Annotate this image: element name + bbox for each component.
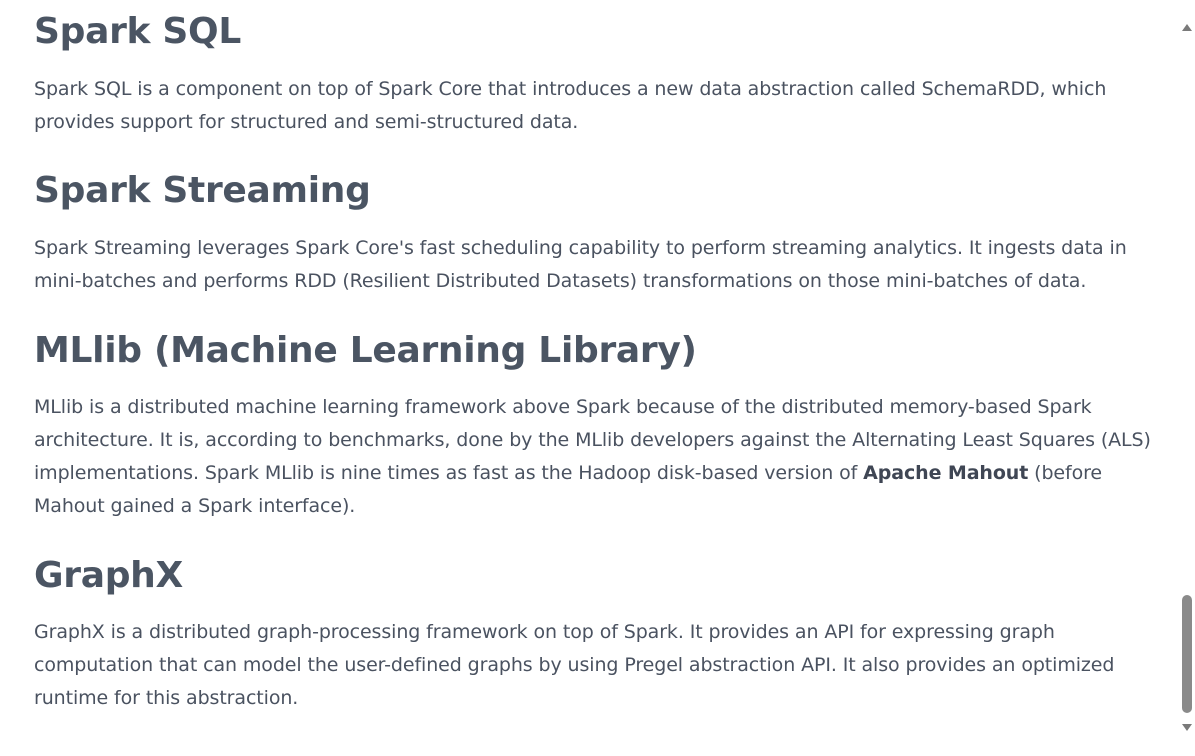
section-heading-graphx: GraphX [34,555,183,596]
scroll-up-icon[interactable] [1182,24,1192,31]
scroll-down-icon[interactable] [1182,724,1192,731]
section-text-graphx: GraphX is a distributed graph-processing… [34,621,1115,709]
section-text-mllib: MLlib is a distributed machine learning … [34,391,1174,523]
section-text-spark-sql: Spark SQL is a component on top of Spark… [34,78,1107,133]
section-heading-spark-sql: Spark SQL [34,11,241,52]
section-text-spark-streaming: Spark Streaming leverages Spark Core's f… [34,237,1127,292]
scrollbar-thumb[interactable] [1182,595,1192,713]
vertical-scrollbar[interactable] [1179,0,1195,756]
apache-mahout-bold: Apache Mahout [863,462,1029,484]
section-heading-mllib: MLlib (Machine Learning Library) [34,330,697,371]
section-heading-spark-streaming: Spark Streaming [34,170,371,211]
